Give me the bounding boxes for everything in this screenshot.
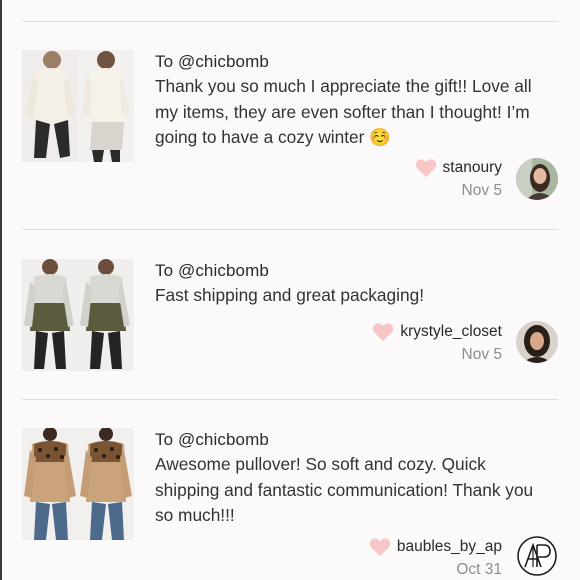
review-date: Nov 5: [461, 346, 503, 363]
product-thumbnail[interactable]: [22, 50, 134, 162]
recipient-line: To @chicbomb: [155, 261, 269, 280]
reviewer-avatar[interactable]: [516, 158, 558, 200]
review-date: Oct 31: [456, 561, 502, 578]
review-message: Fast shipping and great packaging!: [155, 285, 424, 305]
divider: [22, 21, 558, 22]
recipient-line: To @chicbomb: [155, 52, 269, 71]
product-thumbnail[interactable]: [22, 259, 134, 371]
review-message: Thank you so much I appreciate the gift!…: [155, 76, 532, 147]
reviewer-username[interactable]: stanoury: [443, 159, 502, 177]
review-message: Awesome pullover! So soft and cozy. Quic…: [155, 454, 534, 525]
reviewer-avatar[interactable]: [516, 535, 558, 577]
divider: [22, 399, 558, 400]
review-date: Nov 5: [461, 182, 503, 199]
divider: [22, 229, 558, 230]
product-thumbnail[interactable]: [22, 428, 134, 540]
reviewer-info: baubles_by_ap Oct 31: [369, 537, 502, 579]
ap-monogram-logo: [517, 536, 557, 576]
reviewer-avatar[interactable]: [516, 321, 558, 363]
recipient-line: To @chicbomb: [155, 430, 269, 449]
heart-icon[interactable]: [372, 322, 394, 342]
heart-icon[interactable]: [415, 158, 437, 178]
reviewer-info: krystyle_closet Nov 5: [372, 322, 502, 364]
left-edge-line: [0, 0, 2, 580]
reviewer-username[interactable]: krystyle_closet: [400, 323, 502, 341]
reviewer-info: stanoury Nov 5: [415, 158, 502, 200]
heart-icon[interactable]: [369, 537, 391, 557]
reviewer-username[interactable]: baubles_by_ap: [397, 538, 502, 556]
